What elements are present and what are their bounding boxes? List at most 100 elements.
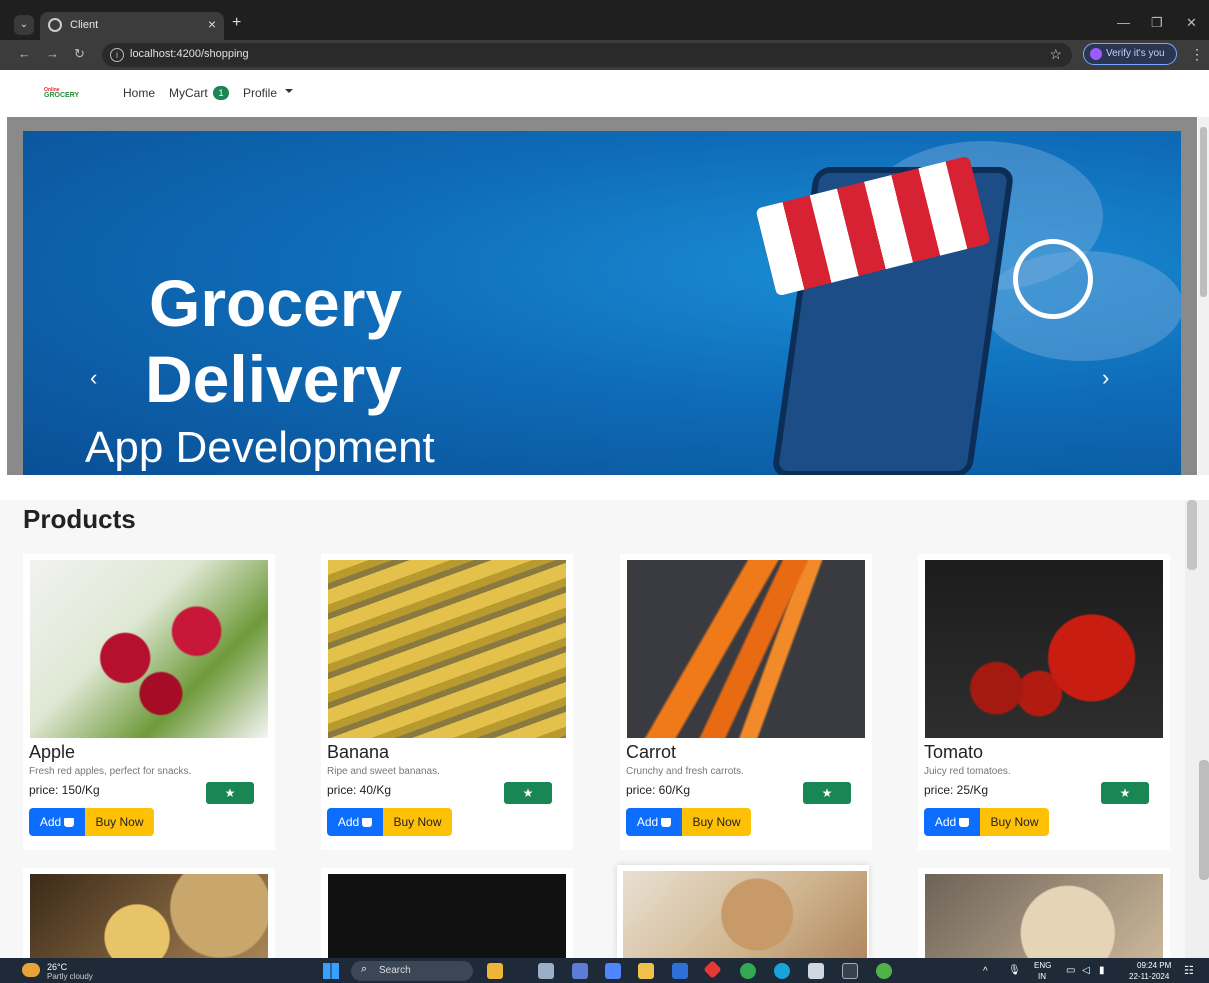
new-tab-icon[interactable]: + (232, 14, 241, 32)
copilot-icon[interactable] (605, 963, 621, 979)
taskbar-search-label: Search (379, 965, 411, 976)
nav-mycart[interactable]: MyCart (169, 86, 208, 100)
taskbar-search[interactable]: ⌕ Search (351, 961, 473, 981)
product-card (617, 865, 869, 958)
microphone-icon[interactable]: 🎙 (1008, 965, 1021, 976)
chevron-up-icon[interactable]: ^ (983, 966, 988, 977)
browser-tab[interactable]: Client × (40, 12, 224, 40)
teams-icon[interactable] (572, 963, 588, 979)
clock-time[interactable]: 09:24 PM (1137, 961, 1171, 970)
store-icon[interactable] (672, 963, 688, 979)
buy-now-button[interactable]: Buy Now (980, 808, 1049, 836)
product-description: Crunchy and fresh carrots. (626, 766, 744, 777)
favorite-button[interactable]: ★ (803, 782, 851, 804)
product-card (23, 868, 275, 958)
site-logo[interactable]: Online GROCERY (44, 87, 80, 101)
terminal-icon[interactable] (842, 963, 858, 979)
task-view-icon[interactable] (538, 963, 554, 979)
volume-icon[interactable]: ◁ (1082, 965, 1090, 976)
reload-icon[interactable]: ↻ (74, 46, 85, 62)
product-price: price: 40/Kg (327, 783, 392, 797)
browser-toolbar: ← → ↻ i localhost:4200/shopping ☆ (0, 40, 1209, 70)
product-image (328, 874, 566, 958)
add-label: Add (337, 815, 360, 829)
add-label: Add (934, 815, 957, 829)
windows-start-icon[interactable] (323, 963, 339, 979)
notification-icon[interactable]: ☷ (1184, 964, 1194, 977)
favorite-button[interactable]: ★ (1101, 782, 1149, 804)
product-image (30, 560, 268, 738)
favorite-button[interactable]: ★ (504, 782, 552, 804)
battery-icon[interactable]: ▮ (1099, 965, 1105, 976)
verify-button[interactable]: Verify it's you (1083, 43, 1177, 65)
carousel-next-icon[interactable]: › (1102, 365, 1109, 391)
products-section: Products Apple Fresh red apples, perfect… (0, 500, 1209, 958)
site-info-icon[interactable]: i (110, 48, 124, 62)
buy-now-button[interactable]: Buy Now (383, 808, 452, 836)
window-close-icon[interactable]: ✕ (1186, 15, 1197, 31)
edge-icon[interactable] (774, 963, 790, 979)
minimize-icon[interactable]: — (1117, 15, 1130, 30)
product-image (627, 560, 865, 738)
star-icon: ★ (224, 786, 236, 800)
network-icon[interactable]: ▭ (1066, 965, 1075, 976)
app-icon[interactable] (703, 960, 722, 979)
star-icon: ★ (1119, 786, 1131, 800)
product-price: price: 60/Kg (626, 783, 691, 797)
carousel-prev-icon[interactable]: ‹ (90, 365, 97, 391)
search-icon: ⌕ (361, 963, 368, 975)
browser-menu-icon[interactable]: ⋮ (1190, 46, 1204, 63)
product-card: Banana Ripe and sweet bananas. price: 40… (321, 554, 573, 850)
chrome-active-icon[interactable] (876, 963, 892, 979)
chevron-down-icon (285, 89, 293, 93)
product-card (918, 868, 1170, 958)
clock-icon (1013, 239, 1093, 319)
favicon-icon (48, 18, 62, 32)
add-to-cart-button[interactable]: Add (626, 808, 682, 836)
weather-icon[interactable] (22, 963, 40, 977)
web-page: Online GROCERY Home MyCart 1 Profile Gro… (0, 70, 1209, 958)
banner-line-1: Grocery (149, 266, 403, 340)
weather-temperature: 26°C (47, 962, 68, 972)
tab-search-icon[interactable]: ⌄ (14, 15, 34, 35)
buy-now-button[interactable]: Buy Now (682, 808, 751, 836)
products-scrollbar[interactable] (1185, 500, 1209, 958)
verify-label: Verify it's you (1106, 48, 1165, 59)
add-to-cart-button[interactable]: Add (327, 808, 383, 836)
snipping-tool-icon[interactable] (808, 963, 824, 979)
close-tab-icon[interactable]: × (208, 16, 216, 32)
product-card (321, 868, 573, 958)
file-explorer-icon[interactable] (638, 963, 654, 979)
bookmark-star-icon[interactable]: ☆ (1049, 46, 1062, 63)
chrome-icon[interactable] (740, 963, 756, 979)
back-icon[interactable]: ← (18, 46, 31, 61)
page-scrollbar-thumb[interactable] (1200, 127, 1207, 297)
products-scrollbar-thumb[interactable] (1187, 500, 1197, 570)
weather-description: Partly cloudy (47, 972, 93, 981)
products-heading: Products (23, 504, 136, 534)
forward-icon[interactable]: → (46, 46, 59, 61)
language-indicator[interactable]: ENG (1034, 961, 1051, 970)
product-image (925, 874, 1163, 958)
favorite-button[interactable]: ★ (206, 782, 254, 804)
nav-profile-dropdown[interactable]: Profile (243, 86, 277, 100)
widgets-icon[interactable] (487, 963, 503, 979)
banner-line-2: Delivery (145, 342, 402, 416)
product-image (925, 560, 1163, 738)
browser-tab-bar: ⌄ Client × + — ❐ ✕ (0, 0, 1209, 40)
add-to-cart-button[interactable]: Add (924, 808, 980, 836)
cart-count-badge: 1 (213, 86, 229, 100)
restore-icon[interactable]: ❐ (1151, 15, 1163, 31)
nav-home[interactable]: Home (123, 86, 155, 100)
window-scrollbar-thumb[interactable] (1199, 760, 1209, 880)
page-scrollbar[interactable] (1198, 117, 1209, 475)
address-bar[interactable]: i localhost:4200/shopping ☆ (102, 43, 1072, 67)
buy-now-button[interactable]: Buy Now (85, 808, 154, 836)
add-label: Add (39, 815, 62, 829)
add-label: Add (636, 815, 659, 829)
logo-text: GROCERY (44, 92, 80, 99)
profile-icon (1090, 48, 1102, 60)
add-to-cart-button[interactable]: Add (29, 808, 85, 836)
product-name: Tomato (924, 742, 984, 762)
product-image (623, 871, 867, 958)
